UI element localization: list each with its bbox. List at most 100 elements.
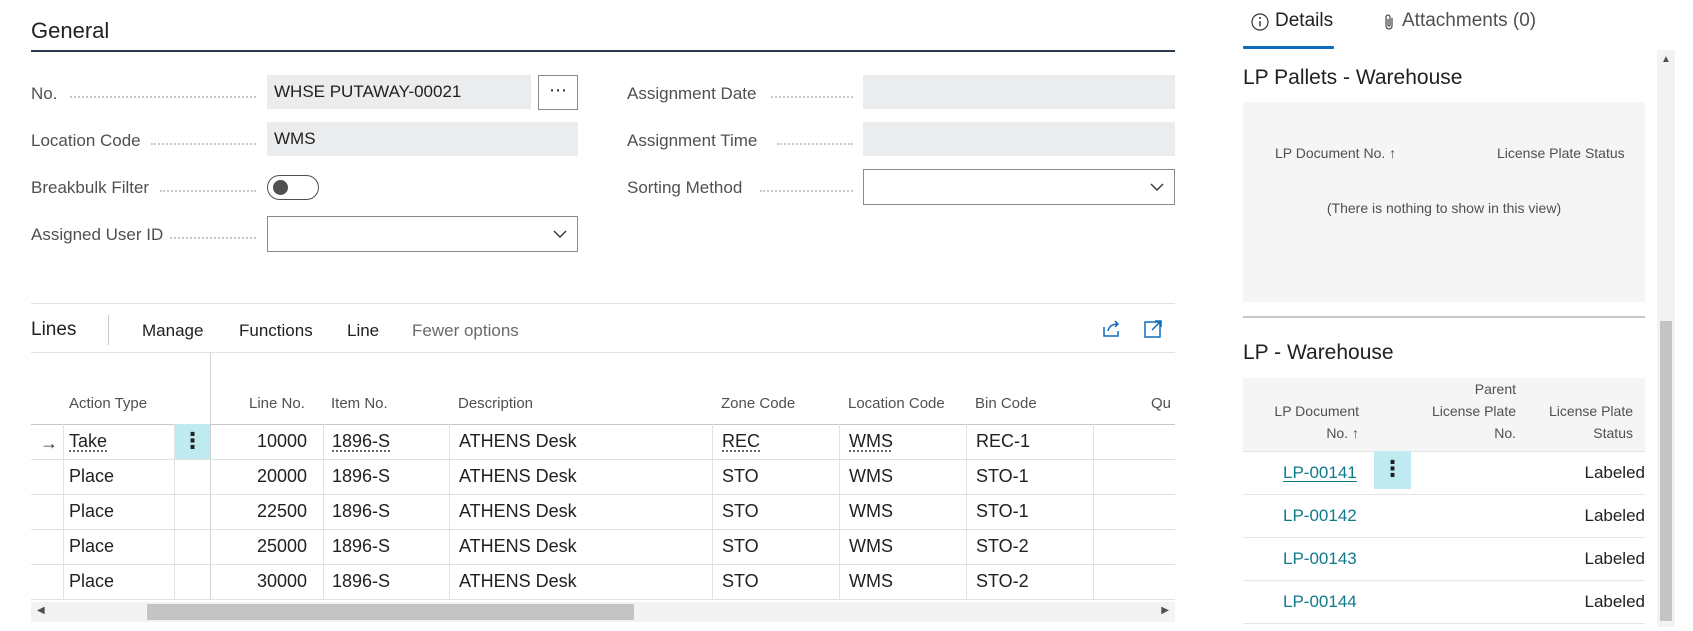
col-header-description[interactable]: Description [458, 395, 533, 412]
lp-warehouse-title[interactable]: LP - Warehouse [1243, 341, 1394, 365]
cell-action-type[interactable]: Place [69, 466, 114, 487]
breakbulk-filter-label: Breakbulk Filter [31, 178, 150, 197]
scroll-up-icon[interactable]: ▲ [1661, 54, 1671, 65]
breakbulk-filter-toggle[interactable] [267, 175, 319, 200]
cell-location-code[interactable]: WMS [849, 536, 893, 557]
lp-warehouse-col-status-line2[interactable]: Status [1540, 425, 1633, 441]
cell-bin-code[interactable]: STO-2 [976, 571, 1029, 592]
cell-location-code[interactable]: WMS [849, 431, 893, 452]
cell-line-no[interactable]: 30000 [211, 571, 307, 592]
location-code-label: Location Code [31, 131, 141, 150]
lp-warehouse-col-doc-no-line2[interactable]: No. ↑ [1267, 425, 1359, 441]
lines-action-manage[interactable]: Manage [142, 321, 203, 341]
cell-item-no[interactable]: 1896-S [332, 536, 390, 557]
assignment-date-dots [771, 96, 853, 98]
col-header-line-no[interactable]: Line No. [249, 395, 305, 412]
cell-bin-code[interactable]: REC-1 [976, 431, 1030, 452]
scrollbar-thumb[interactable] [147, 604, 634, 620]
lines-grid[interactable]: Action Type Line No. Item No. Descriptio… [31, 353, 1175, 601]
cell-action-type[interactable]: Place [69, 571, 114, 592]
cell-bin-code[interactable]: STO-1 [976, 501, 1029, 522]
cell-line-no[interactable]: 25000 [211, 536, 307, 557]
col-header-bin-code[interactable]: Bin Code [975, 395, 1037, 412]
lp-doc-link[interactable]: LP-00144 [1283, 592, 1357, 612]
cell-item-no[interactable]: 1896-S [332, 431, 390, 452]
assigned-user-id-dropdown[interactable] [267, 216, 578, 252]
scroll-right-icon[interactable]: ▶ [1161, 605, 1169, 616]
cell-zone-code[interactable]: STO [722, 536, 759, 557]
info-icon [1251, 13, 1269, 31]
row-line [1243, 494, 1645, 495]
lp-doc-link[interactable]: LP-00142 [1283, 506, 1357, 526]
col-header-action-type[interactable]: Action Type [69, 395, 147, 412]
factbox-vertical-scrollbar[interactable]: ▲ [1657, 50, 1675, 627]
no-assist-button[interactable]: ⋯ [538, 75, 578, 110]
lines-action-line[interactable]: Line [347, 321, 379, 341]
cell-description[interactable]: ATHENS Desk [459, 536, 577, 557]
cell-divider [323, 424, 324, 599]
cell-divider [63, 424, 64, 599]
cell-line-no[interactable]: 22500 [211, 501, 307, 522]
cell-item-no[interactable]: 1896-S [332, 571, 390, 592]
lp-warehouse-col-parent-line3[interactable]: No. [1420, 425, 1516, 441]
no-label: No. [31, 84, 58, 103]
assignment-time-field[interactable] [863, 122, 1175, 156]
cell-bin-code[interactable]: STO-1 [976, 466, 1029, 487]
open-in-new-window-icon[interactable] [1142, 318, 1164, 340]
lp-doc-link[interactable]: LP-00141 [1283, 463, 1357, 483]
cell-location-code[interactable]: WMS [849, 466, 893, 487]
lp-warehouse-col-parent-line2[interactable]: License Plate [1420, 403, 1516, 419]
cell-zone-code[interactable]: REC [722, 431, 760, 452]
cell-description[interactable]: ATHENS Desk [459, 431, 577, 452]
lp-pallets-col-doc-no[interactable]: LP Document No. ↑ [1275, 145, 1396, 161]
col-header-item-no[interactable]: Item No. [331, 395, 388, 412]
lines-title[interactable]: Lines [31, 319, 76, 341]
row-actions-menu-button[interactable]: ⋮ [175, 424, 210, 459]
col-header-quantity[interactable]: Qu [1151, 395, 1171, 412]
cell-description[interactable]: ATHENS Desk [459, 501, 577, 522]
row-line [1243, 580, 1645, 581]
assigned-user-id-dots [170, 237, 256, 239]
cell-zone-code[interactable]: STO [722, 501, 759, 522]
cell-zone-code[interactable]: STO [722, 571, 759, 592]
lines-horizontal-scrollbar[interactable]: ◀ ▶ [31, 602, 1175, 622]
cell-location-code[interactable]: WMS [849, 501, 893, 522]
no-field[interactable]: WHSE PUTAWAY-00021 [267, 75, 531, 109]
lines-separator [108, 315, 109, 345]
lp-doc-link[interactable]: LP-00143 [1283, 549, 1357, 569]
lines-action-functions[interactable]: Functions [239, 321, 313, 341]
cell-bin-code[interactable]: STO-2 [976, 536, 1029, 557]
cell-action-type[interactable]: Place [69, 501, 114, 522]
lp-warehouse-col-parent-line1[interactable]: Parent [1420, 381, 1516, 397]
lp-pallets-col-status[interactable]: License Plate Status [1497, 145, 1625, 161]
lp-status: Labeled [1584, 592, 1645, 611]
lp-warehouse-col-status-line1[interactable]: License Plate [1540, 403, 1633, 419]
cell-line-no[interactable]: 10000 [211, 431, 307, 452]
cell-zone-code[interactable]: STO [722, 466, 759, 487]
tab-details[interactable]: Details [1275, 10, 1333, 32]
sorting-method-dropdown[interactable] [863, 169, 1175, 205]
cell-item-no[interactable]: 1896-S [332, 501, 390, 522]
lines-action-fewer-options[interactable]: Fewer options [412, 321, 519, 341]
cell-description[interactable]: ATHENS Desk [459, 466, 577, 487]
scroll-left-icon[interactable]: ◀ [37, 605, 45, 616]
cell-line-no[interactable]: 20000 [211, 466, 307, 487]
cell-description[interactable]: ATHENS Desk [459, 571, 577, 592]
lp-pallets-title[interactable]: LP Pallets - Warehouse [1243, 66, 1462, 90]
location-code-field[interactable]: WMS [267, 122, 578, 156]
cell-item-no[interactable]: 1896-S [332, 466, 390, 487]
lp-warehouse-col-doc-no-line1[interactable]: LP Document [1267, 403, 1359, 419]
scrollbar-thumb[interactable] [1660, 321, 1672, 621]
lp-row-actions-menu-button[interactable]: ⋮ [1374, 451, 1411, 489]
col-header-location-code[interactable]: Location Code [848, 395, 945, 412]
cell-divider [839, 424, 840, 599]
assignment-date-field[interactable] [863, 75, 1175, 109]
no-dots [70, 96, 256, 98]
col-header-zone-code[interactable]: Zone Code [721, 395, 795, 412]
general-section-title[interactable]: General [31, 18, 109, 44]
cell-location-code[interactable]: WMS [849, 571, 893, 592]
cell-action-type[interactable]: Place [69, 536, 114, 557]
tab-attachments[interactable]: Attachments (0) [1402, 10, 1536, 32]
share-icon[interactable] [1100, 318, 1122, 340]
cell-action-type[interactable]: Take [69, 431, 107, 452]
